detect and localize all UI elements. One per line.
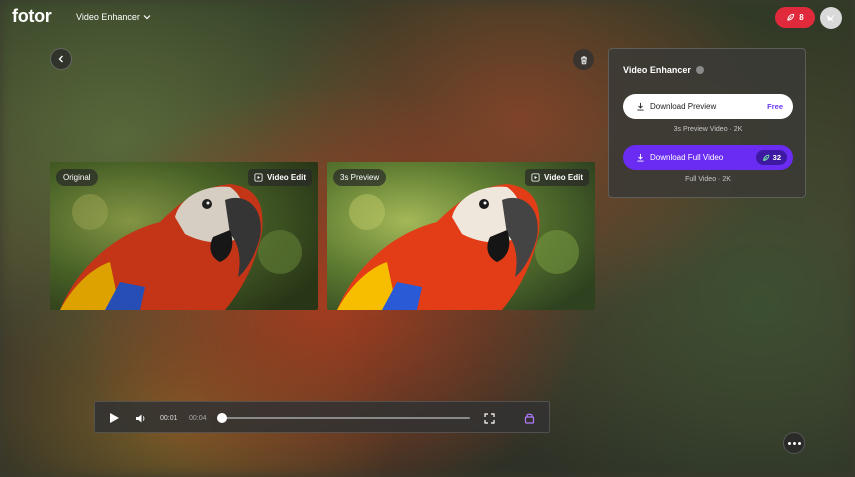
fullscreen-button[interactable]: [484, 402, 495, 434]
full-spec-text: Full Video · 2K: [685, 176, 731, 183]
fotor-logo[interactable]: fotor: [12, 6, 52, 27]
preview-label: 3s Preview: [333, 169, 387, 186]
tool-dropdown-label: Video Enhancer: [76, 12, 140, 22]
progress-track[interactable]: [221, 417, 470, 419]
download-icon: [637, 102, 644, 111]
play-icon: [110, 413, 119, 423]
dot-icon: [787, 441, 791, 445]
free-badge: Free: [767, 102, 783, 111]
fullscreen-icon: [484, 412, 495, 424]
download-full-button[interactable]: Download Full Video 32: [623, 145, 793, 170]
download-preview-button[interactable]: Download Preview Free: [623, 94, 793, 119]
current-time: 00:01: [160, 414, 178, 422]
info-icon[interactable]: [695, 66, 704, 74]
chevron-down-icon: [143, 15, 151, 20]
credit-cost-value: 32: [772, 153, 781, 162]
credits-count: 8: [799, 13, 804, 22]
download-icon: [637, 153, 644, 162]
video-edit-label: Video Edit: [267, 173, 306, 182]
bird-avatar-icon: [827, 14, 835, 22]
video-edit-icon: [531, 173, 540, 182]
total-time: 00:04: [189, 414, 207, 422]
chevron-left-icon: [58, 55, 63, 63]
original-label: Original: [56, 169, 98, 186]
preview-video-panel[interactable]: 3s Preview Video Edit: [327, 162, 595, 310]
credit-cost-badge: 32: [755, 150, 787, 165]
trash-icon: [580, 55, 587, 64]
credits-button[interactable]: 8: [775, 7, 815, 28]
delete-button[interactable]: [573, 49, 594, 70]
video-edit-button[interactable]: Video Edit: [525, 169, 589, 186]
video-edit-label: Video Edit: [544, 173, 583, 182]
side-panel-title-text: Video Enhancer: [623, 65, 691, 75]
avatar[interactable]: [820, 7, 842, 29]
tool-dropdown[interactable]: Video Enhancer: [76, 12, 151, 22]
dot-icon: [797, 441, 801, 445]
video-edit-button[interactable]: Video Edit: [248, 169, 312, 186]
dot-icon: [792, 441, 796, 445]
play-button[interactable]: [109, 402, 120, 434]
video-player-controls: 00:01 00:04: [94, 401, 550, 433]
download-full-label: Download Full Video: [650, 153, 724, 162]
leaf-icon: [762, 154, 769, 161]
preview-spec-text: 3s Preview Video · 2K: [673, 126, 743, 133]
download-preview-label: Download Preview: [650, 102, 717, 111]
back-button[interactable]: [50, 48, 72, 70]
original-video-panel[interactable]: Original Video Edit: [50, 162, 318, 310]
volume-button[interactable]: [135, 402, 147, 434]
lock-icon: [524, 413, 535, 424]
progress-handle[interactable]: [217, 413, 227, 423]
more-options-button[interactable]: [783, 432, 805, 454]
enhancer-side-panel: Video Enhancer Download Preview Free 3s …: [608, 48, 806, 198]
leaf-icon: [787, 13, 795, 21]
side-panel-title: Video Enhancer: [623, 65, 704, 75]
volume-icon: [136, 414, 145, 422]
video-edit-icon: [254, 173, 263, 182]
lock-button[interactable]: [524, 402, 535, 434]
